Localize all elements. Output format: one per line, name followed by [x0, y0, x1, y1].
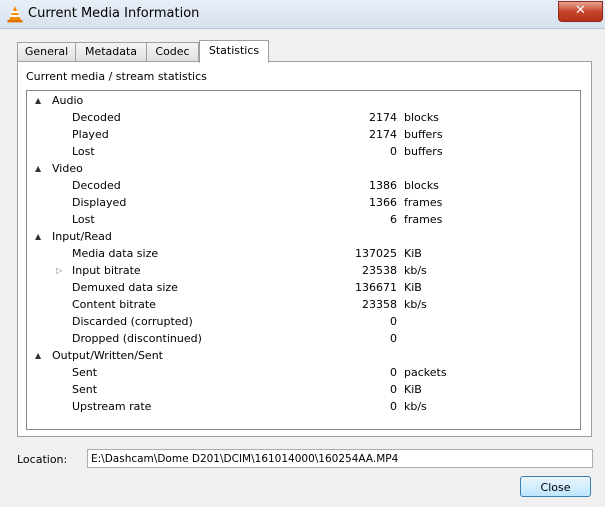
- vlc-cone-icon: [7, 6, 23, 23]
- tab-codec[interactable]: Codec: [146, 42, 199, 61]
- stat-row[interactable]: Demuxed data size 136671 KiB: [27, 279, 580, 296]
- title-bar[interactable]: Current Media Information ✕: [0, 0, 605, 29]
- tree-category-video[interactable]: ▲ Video: [27, 160, 580, 177]
- expanded-arrow-icon[interactable]: ▲: [35, 160, 45, 177]
- stat-row[interactable]: Played 2174 buffers: [27, 126, 580, 143]
- stat-row[interactable]: Decoded 2174 blocks: [27, 109, 580, 126]
- window-close-button[interactable]: ✕: [558, 1, 603, 22]
- window-title: Current Media Information: [28, 6, 200, 21]
- tree-category-output[interactable]: ▲ Output/Written/Sent: [27, 347, 580, 364]
- stat-row[interactable]: ▷ Input bitrate 23538 kb/s: [27, 262, 580, 279]
- tab-metadata[interactable]: Metadata: [75, 42, 147, 61]
- statistics-panel: Current media / stream statistics ▲ Audi…: [17, 61, 592, 437]
- stat-row[interactable]: Decoded 1386 blocks: [27, 177, 580, 194]
- stat-row[interactable]: Upstream rate 0 kb/s: [27, 398, 580, 415]
- tab-general[interactable]: General: [17, 42, 76, 61]
- stat-row[interactable]: Displayed 1366 frames: [27, 194, 580, 211]
- statistics-tree[interactable]: ▲ Audio Decoded 2174 blocks Played 2174 …: [26, 90, 581, 430]
- tree-category-audio[interactable]: ▲ Audio: [27, 92, 580, 109]
- close-icon: ✕: [575, 3, 586, 18]
- stat-row[interactable]: Content bitrate 23358 kb/s: [27, 296, 580, 313]
- tree-category-input-read[interactable]: ▲ Input/Read: [27, 228, 580, 245]
- stat-row[interactable]: Discarded (corrupted) 0: [27, 313, 580, 330]
- stat-row[interactable]: Lost 6 frames: [27, 211, 580, 228]
- location-field[interactable]: E:\Dashcam\Dome D201\DCIM\161014000\1602…: [87, 449, 593, 468]
- location-label: Location:: [17, 453, 68, 466]
- expanded-arrow-icon[interactable]: ▲: [35, 92, 45, 109]
- close-button[interactable]: Close: [520, 476, 591, 497]
- stat-row[interactable]: Dropped (discontinued) 0: [27, 330, 580, 347]
- stat-row[interactable]: Lost 0 buffers: [27, 143, 580, 160]
- stat-row[interactable]: Sent 0 packets: [27, 364, 580, 381]
- collapsed-arrow-icon[interactable]: ▷: [56, 262, 62, 279]
- panel-title: Current media / stream statistics: [26, 70, 207, 83]
- tab-statistics[interactable]: Statistics: [199, 40, 269, 63]
- stat-row[interactable]: Media data size 137025 KiB: [27, 245, 580, 262]
- expanded-arrow-icon[interactable]: ▲: [35, 228, 45, 245]
- stat-row[interactable]: Sent 0 KiB: [27, 381, 580, 398]
- expanded-arrow-icon[interactable]: ▲: [35, 347, 45, 364]
